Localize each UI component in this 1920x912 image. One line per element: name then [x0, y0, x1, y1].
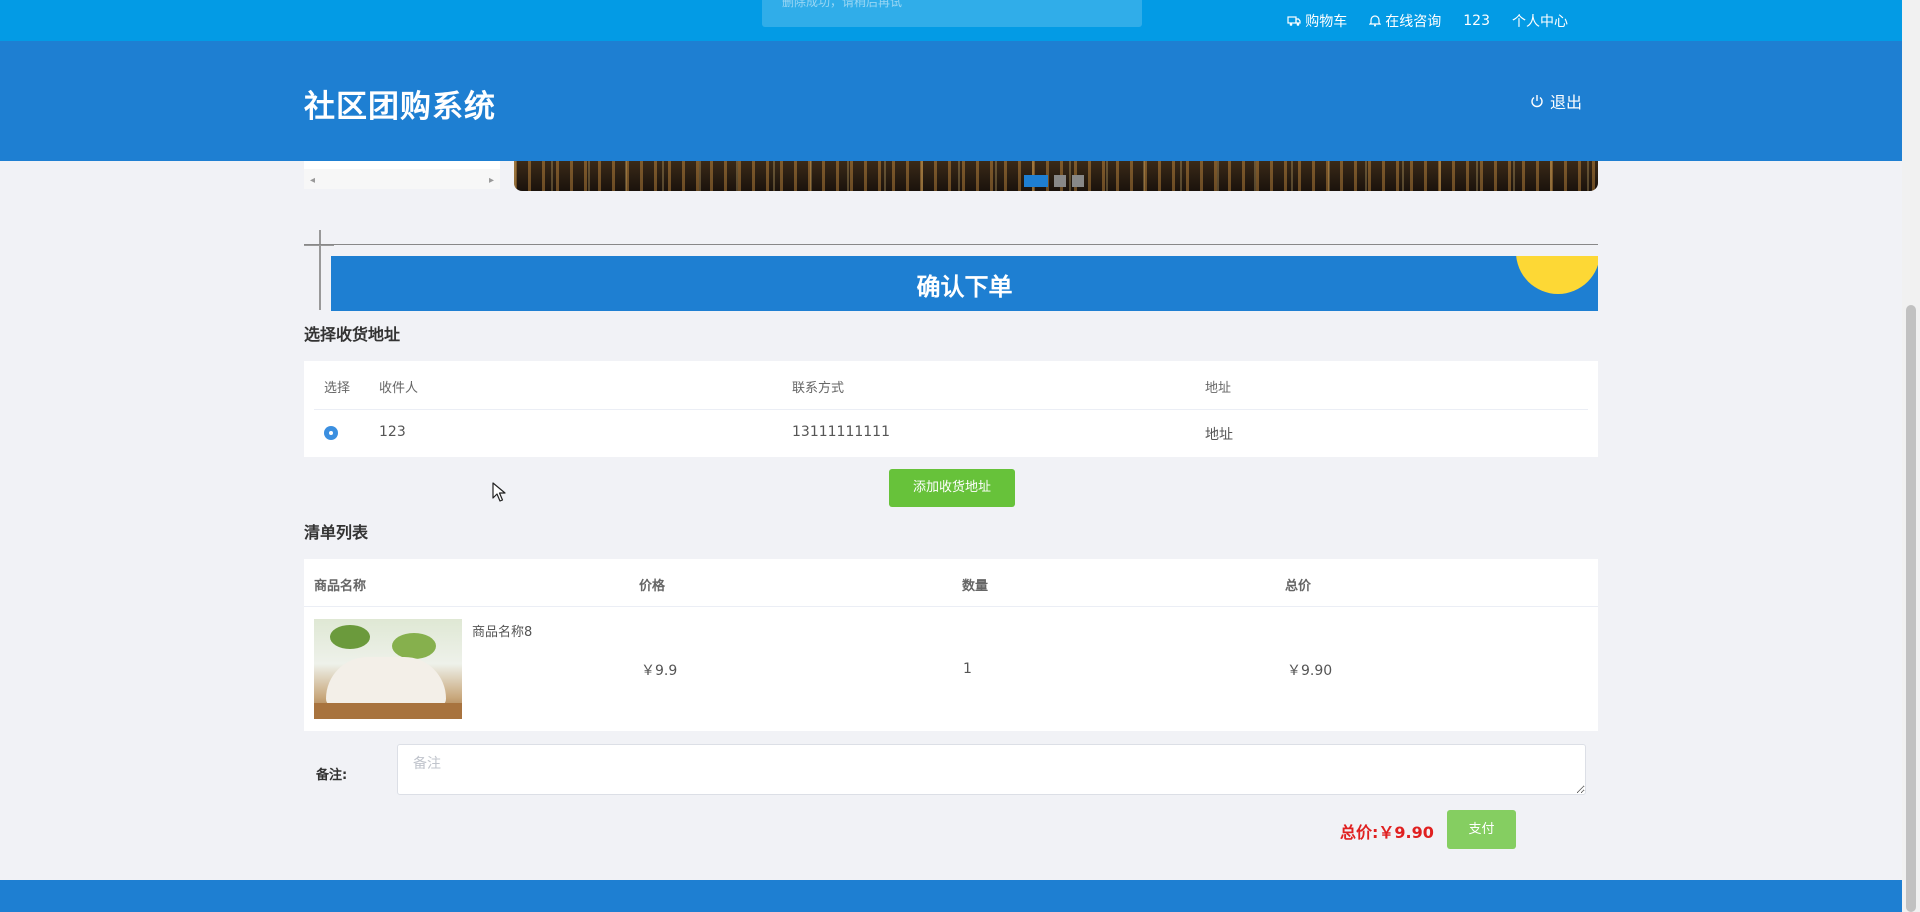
carousel-indicators: [1024, 175, 1084, 187]
product-subtotal: ￥9.90: [1287, 663, 1333, 679]
bell-icon: [1369, 15, 1382, 27]
remark-label: 备注:: [316, 768, 348, 783]
divider: [304, 244, 1598, 245]
total-value: ￥9.90: [1378, 823, 1434, 842]
scroll-left-arrow-icon[interactable]: ◂: [310, 175, 315, 186]
banner-carousel[interactable]: [514, 161, 1598, 191]
logout-button[interactable]: 退出: [1530, 89, 1582, 113]
scrollbar-thumb[interactable]: [1906, 305, 1916, 912]
address-col-name: 收件人: [379, 381, 419, 396]
address-text: 地址: [1205, 427, 1233, 443]
add-address-button[interactable]: 添加收货地址: [889, 469, 1015, 507]
page-title-bar: 确认下单: [331, 256, 1598, 311]
order-total: 总价:￥9.90: [1340, 819, 1434, 843]
consult-label: 在线咨询: [1385, 13, 1442, 30]
address-col-phone: 联系方式: [792, 381, 845, 396]
carousel-dot-1[interactable]: [1024, 175, 1048, 187]
logout-label: 退出: [1550, 93, 1583, 112]
truck-icon: [1287, 15, 1301, 26]
toast-message: 删除成功，请稍后再试: [762, 0, 1142, 27]
product-qty: 1: [963, 661, 972, 677]
consult-link[interactable]: 在线咨询: [1369, 11, 1441, 31]
cart-link[interactable]: 购物车: [1287, 11, 1347, 31]
mouse-cursor-icon: [492, 482, 506, 502]
product-price: ￥9.9: [641, 663, 678, 679]
site-header: 社区团购系统 退出: [0, 41, 1902, 161]
carousel-dot-2[interactable]: [1054, 175, 1066, 187]
order-table: 商品名称 价格 数量 总价 商品名称8 ￥9.9 1 ￥9.90: [304, 559, 1598, 731]
order-col-name: 商品名称: [314, 579, 367, 594]
order-list-heading: 清单列表: [304, 523, 369, 542]
top-bar: 删除成功，请稍后再试 购物车 在线咨询 123 个人中心: [0, 0, 1902, 41]
username-link[interactable]: 123: [1463, 13, 1490, 29]
total-label: 总价:: [1340, 823, 1379, 842]
username-label: 123: [1463, 12, 1490, 29]
profile-link[interactable]: 个人中心: [1512, 11, 1568, 31]
cart-label: 购物车: [1305, 13, 1348, 30]
order-col-total: 总价: [1285, 579, 1312, 594]
address-col-address: 地址: [1205, 381, 1232, 396]
carousel-dot-3[interactable]: [1072, 175, 1084, 187]
address-radio[interactable]: [324, 426, 338, 440]
decorative-crossmark: [304, 230, 334, 310]
product-name[interactable]: 商品名称8: [472, 621, 532, 640]
address-col-select: 选择: [324, 381, 351, 396]
pay-button[interactable]: 支付: [1447, 810, 1516, 849]
site-title: 社区团购系统: [304, 89, 496, 125]
scroll-right-arrow-icon[interactable]: ▸: [489, 175, 494, 186]
address-heading: 选择收货地址: [304, 325, 401, 344]
address-table: 选择 收件人 联系方式 地址 123 13111111111 地址: [304, 361, 1598, 457]
address-phone: 13111111111: [792, 424, 890, 440]
page-scrollbar[interactable]: [1902, 0, 1920, 912]
address-row[interactable]: 123 13111111111 地址: [304, 410, 1598, 457]
order-col-qty: 数量: [962, 579, 989, 594]
order-row: 商品名称8 ￥9.9 1 ￥9.90: [304, 607, 1598, 731]
remark-input[interactable]: [397, 744, 1586, 795]
top-nav: 购物车 在线咨询 123 个人中心: [1287, 0, 1568, 41]
product-image[interactable]: [314, 619, 462, 719]
toast-text: 删除成功，请稍后再试: [782, 0, 903, 9]
power-icon: [1531, 95, 1543, 108]
page-title: 确认下单: [916, 273, 1013, 301]
category-scroll: ◂ ▸: [304, 161, 500, 189]
order-col-price: 价格: [639, 579, 666, 594]
site-footer: [0, 880, 1902, 912]
address-name: 123: [379, 424, 406, 440]
profile-label: 个人中心: [1512, 13, 1568, 30]
